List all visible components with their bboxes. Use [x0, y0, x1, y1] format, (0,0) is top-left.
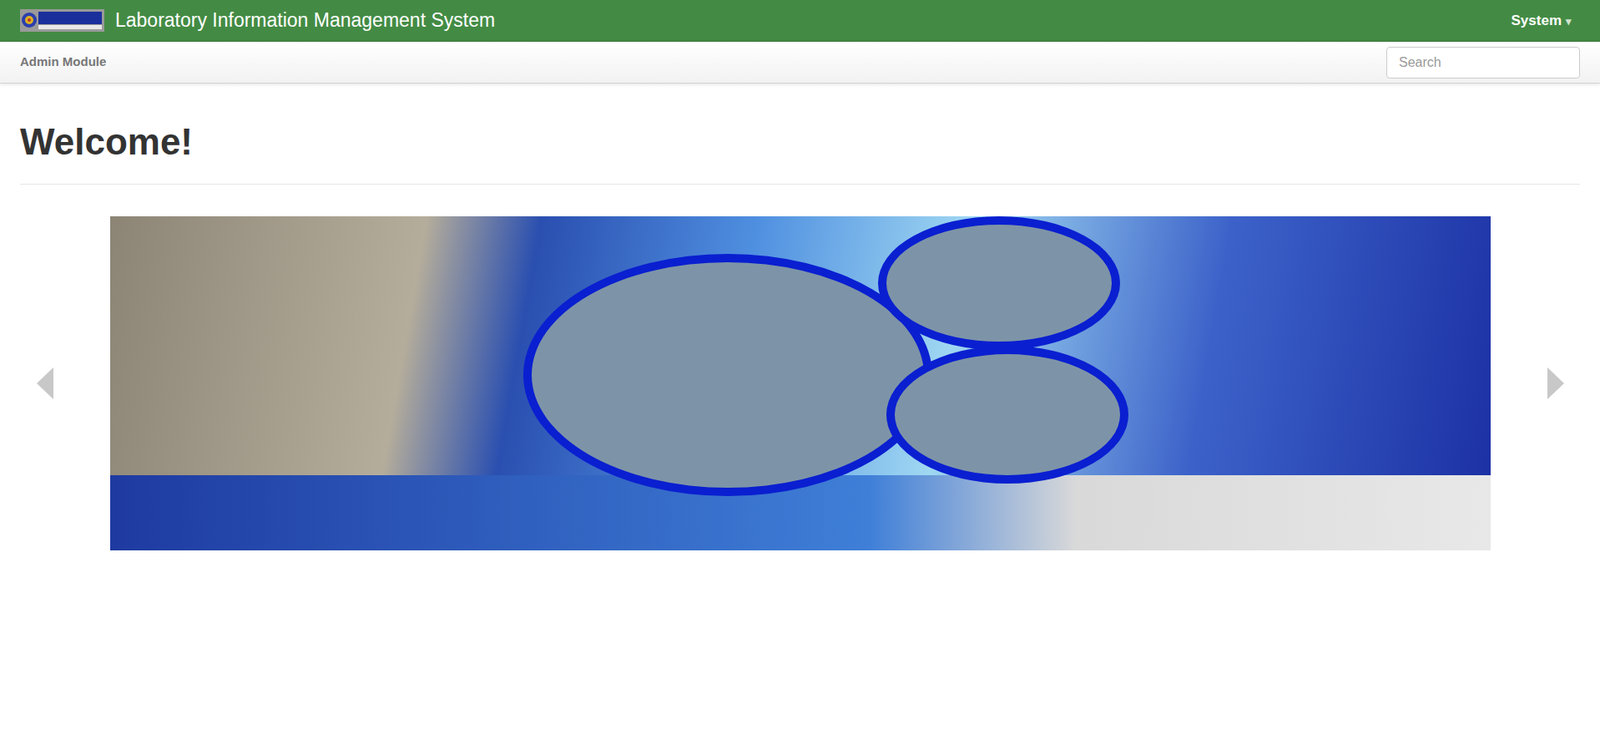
search-input[interactable]: [1386, 46, 1580, 79]
company-logo-icon[interactable]: [20, 9, 105, 32]
carousel: [20, 216, 1580, 551]
welcome-heading: Welcome!: [20, 121, 1580, 162]
prev-arrow-icon[interactable]: [36, 367, 54, 399]
app-title[interactable]: Laboratory Information Management System: [115, 5, 495, 36]
system-menu-label[interactable]: System: [1511, 12, 1562, 29]
divider: [20, 183, 1580, 185]
main-content: Welcome!: [0, 121, 1600, 551]
caret-icon[interactable]: ▾: [1565, 15, 1572, 28]
top-navbar: Laboratory Information Management System…: [0, 0, 1600, 42]
carousel-image: [110, 216, 1491, 551]
system-menu[interactable]: System▾: [1511, 10, 1572, 32]
carousel-prev[interactable]: [20, 216, 111, 551]
next-arrow-icon[interactable]: [1547, 367, 1565, 399]
admin-module-link[interactable]: Admin Module: [20, 52, 106, 72]
module-bar: Admin Module: [0, 41, 1600, 84]
carousel-next[interactable]: [1490, 216, 1580, 551]
